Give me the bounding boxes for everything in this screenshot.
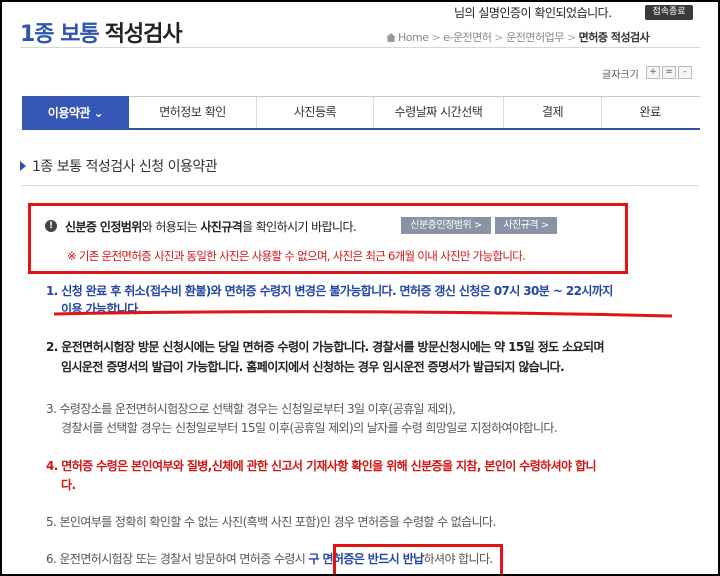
red-underline-mark: [54, 310, 672, 318]
auth-status-message: 님의 실명인증이 확인되었습니다.: [454, 6, 612, 20]
notice-end: 을 확인하시기 바랍니다.: [242, 220, 357, 234]
page: 1종 보통 적성검사 님의 실명인증이 확인되었습니다. 접속종료 Home > e…: [2, 2, 718, 574]
breadcrumb-home[interactable]: Home: [398, 31, 429, 44]
section-arrow-icon: [20, 161, 26, 171]
exclamation-icon: !: [45, 220, 57, 232]
tab-license-info[interactable]: 면허정보 확인: [129, 97, 257, 128]
tab-payment[interactable]: 결제: [504, 97, 602, 128]
page-title-accent: 1종 보통: [20, 22, 100, 47]
id-scope-button[interactable]: 신분증인정범위 >: [401, 217, 491, 234]
notice-text: 신분증 인정범위와 허용되는 사진규격을 확인하시기 바랍니다.: [65, 218, 357, 235]
home-icon: [386, 33, 396, 42]
tab-pickup-date[interactable]: 수령날짜 시간선택: [374, 97, 504, 128]
list-item-5: 5. 본인여부를 정확히 확인할 수 없는 사진(흑백 사진 포함)인 경우 면…: [46, 515, 496, 529]
notice-warning: ※ 기존 운전면허증 사진과 동일한 사진은 사용할 수 없으며, 사진은 최근…: [67, 249, 526, 263]
notice-strong: 신분증 인정범위: [65, 220, 142, 234]
logout-button[interactable]: 접속종료: [645, 5, 693, 20]
breadcrumb-separator: >: [431, 31, 441, 44]
highlight-box: [333, 544, 503, 574]
notice-box: ! 신분증 인정범위와 허용되는 사진규격을 확인하시기 바랍니다. 신분증인정…: [28, 203, 628, 274]
photo-spec-button[interactable]: 사진규격 >: [495, 217, 557, 234]
breadcrumb: Home > e-운전면허 > 운전면허업무 > 면허증 적성검사: [386, 29, 650, 45]
font-size-decrease-button[interactable]: -: [678, 66, 692, 79]
breadcrumb-separator: >: [566, 31, 576, 44]
page-title-rest: 적성검사: [104, 22, 183, 47]
header-divider: [20, 47, 700, 48]
list-item-3-line-2: 경찰서를 선택할 경우는 신청일로부터 15일 이후(공휴일 제외)의 날자를 …: [61, 421, 558, 435]
section-title: 1종 보통 적성검사 신청 이용약관: [20, 156, 218, 176]
list-item-4-line-2: 다.: [61, 478, 76, 492]
notice-strong2: 사진규격: [200, 220, 243, 234]
breadcrumb-separator: >: [494, 31, 504, 44]
breadcrumb-e-license[interactable]: e-운전면허: [443, 31, 492, 44]
font-size-label: 글자크기: [602, 70, 639, 81]
page-title: 1종 보통 적성검사: [20, 16, 183, 48]
list-item-2-line-1: 2. 운전면허시험장 방문 신청시에는 당일 면허증 수령이 가능합니다. 경찰…: [46, 340, 605, 354]
font-size-increase-button[interactable]: +: [646, 66, 660, 79]
list-item-6-pre: 6. 운전면허시험장 또는 경찰서 방문하여 면허증 수령시: [46, 552, 309, 566]
section-divider: [20, 185, 700, 186]
list-item-4-line-1: 4. 면허증 수령은 본인여부와 질병,신체에 관한 신고서 기재사항 확인을 …: [46, 459, 597, 473]
step-tabs: 이용약관 ⌄ 면허정보 확인 사진등록 수령날짜 시간선택 결제 완료: [22, 96, 700, 130]
list-item-2-line-2: 임시운전 증명서의 발급이 가능합니다. 홈페이지에서 신청하는 경우 임시운전…: [61, 360, 565, 374]
notice-mid: 와 허용되는: [141, 220, 201, 234]
tab-terms[interactable]: 이용약관 ⌄: [22, 96, 129, 130]
section-title-text: 1종 보통 적성검사 신청 이용약관: [32, 159, 218, 175]
tab-photo-upload[interactable]: 사진등록: [257, 97, 374, 128]
breadcrumb-current: 면허증 적성검사: [578, 31, 650, 44]
breadcrumb-license-work[interactable]: 운전면허업무: [506, 31, 564, 44]
font-size-reset-button[interactable]: =: [662, 66, 676, 79]
tab-complete[interactable]: 완료: [602, 97, 698, 128]
